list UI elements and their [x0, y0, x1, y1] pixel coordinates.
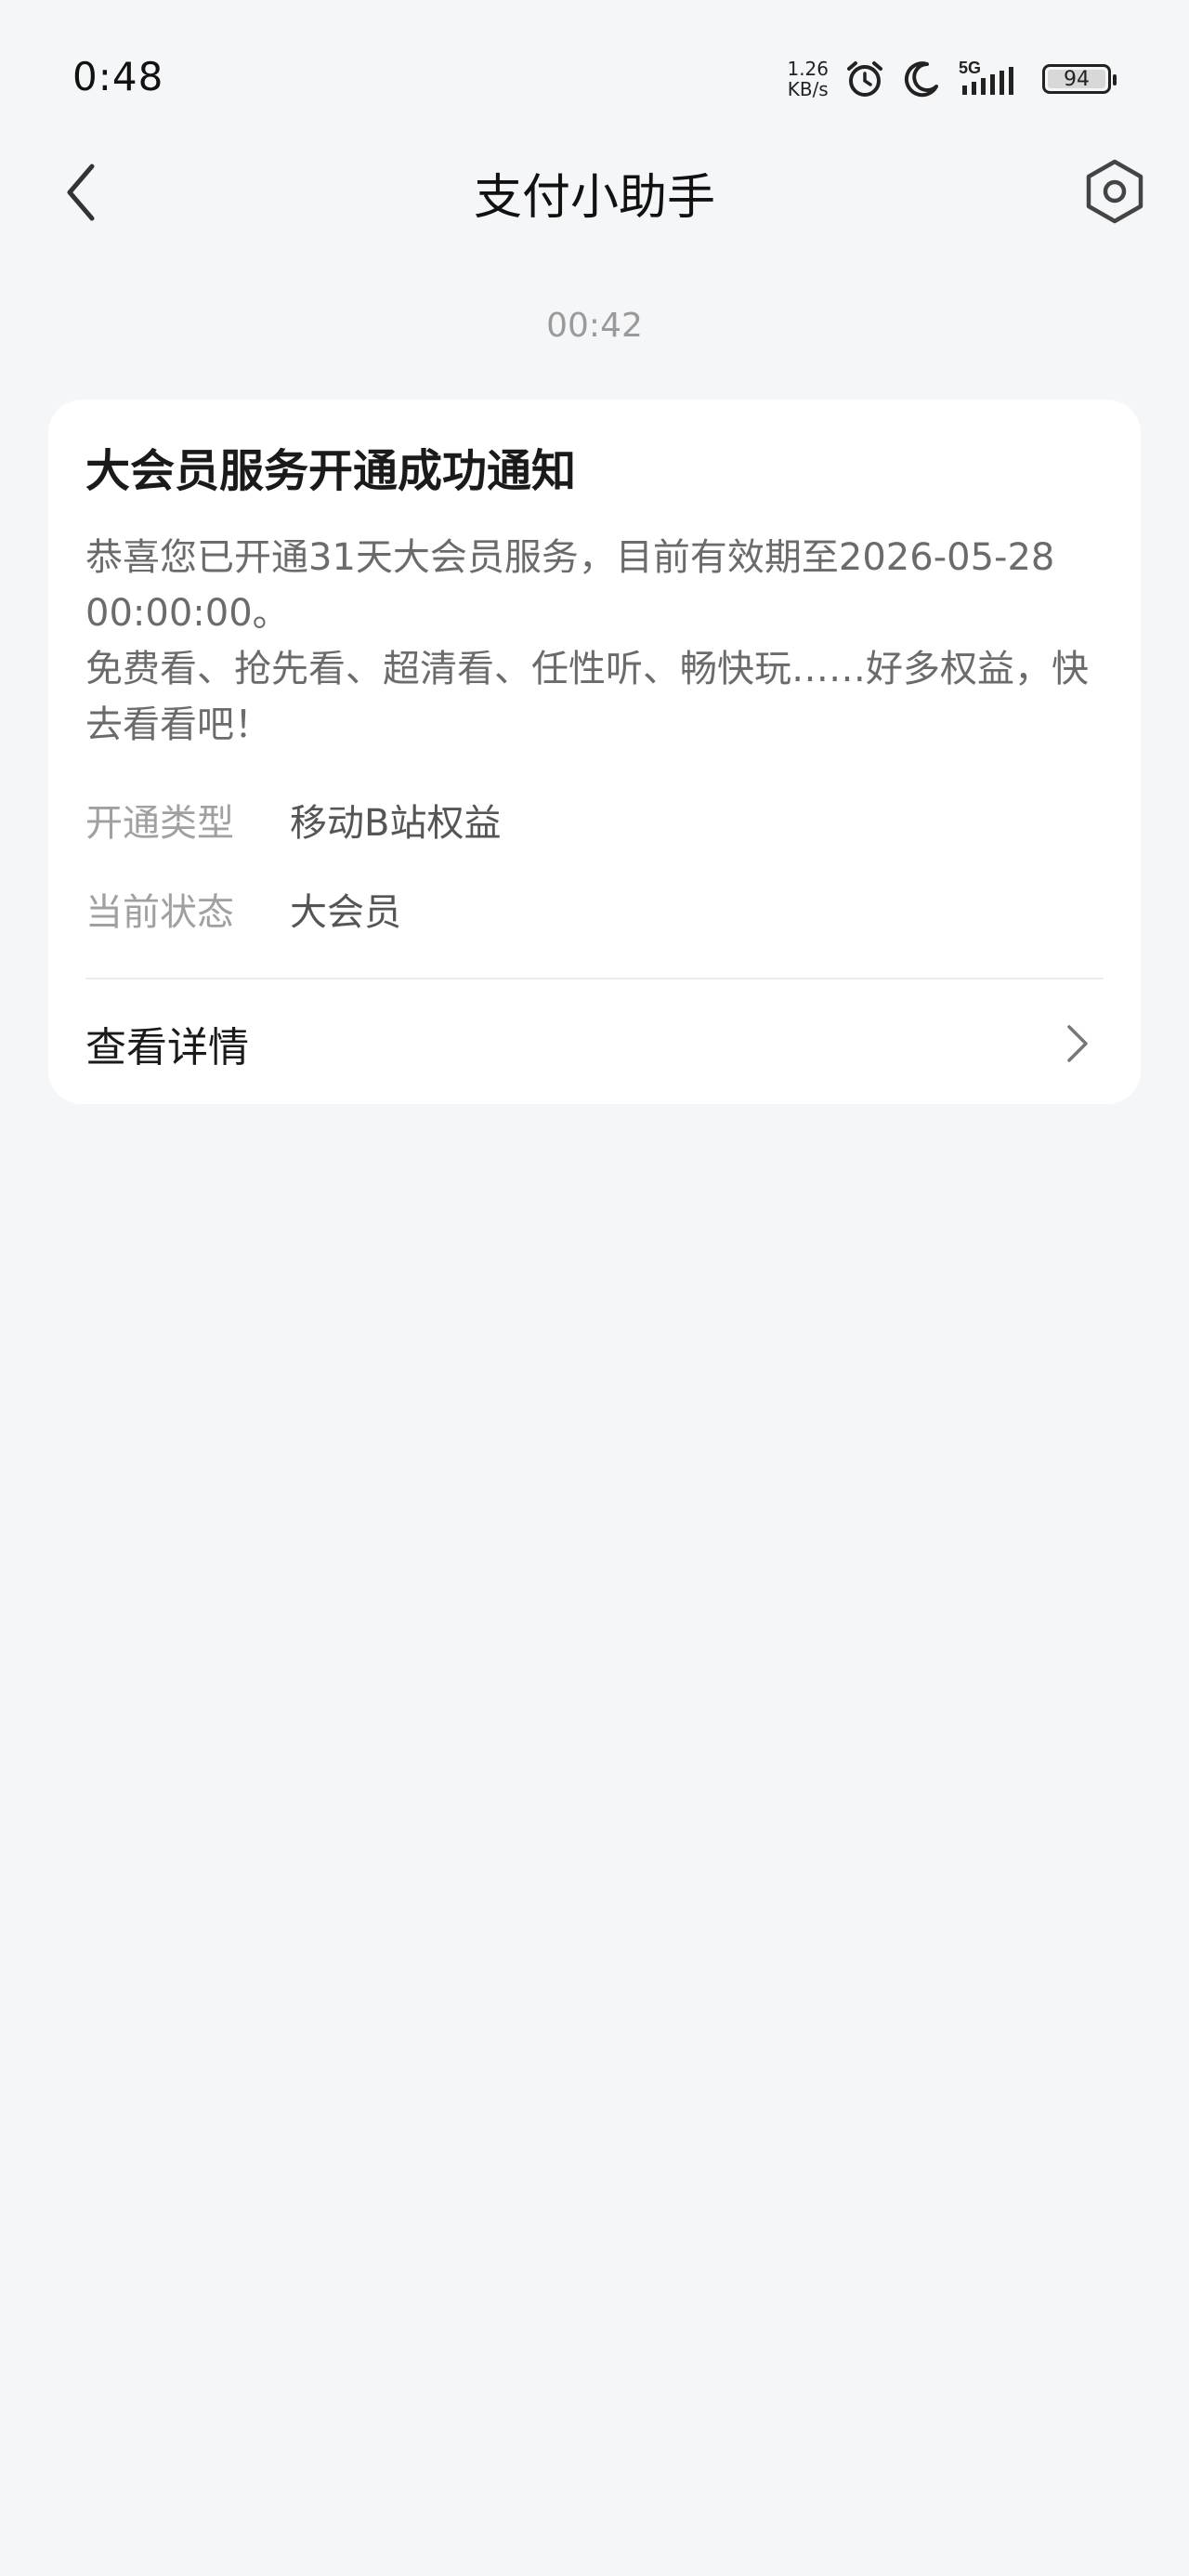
- info-label: 当前状态: [85, 891, 234, 934]
- alarm-icon: [843, 58, 886, 100]
- view-details-label: 查看详情: [85, 1024, 249, 1071]
- settings-button[interactable]: [1079, 156, 1150, 227]
- chevron-right-icon: [1059, 1025, 1096, 1062]
- info-value: 移动B站权益: [290, 802, 502, 845]
- info-rows: 开通类型 移动B站权益 当前状态 大会员: [85, 775, 1104, 953]
- network-speed-value: 1.26: [787, 58, 829, 80]
- card-body: 恭喜您已开通31天大会员服务，目前有效期至2026-05-28 00:00:00…: [85, 530, 1104, 753]
- network-speed: 1.26 KB/s: [787, 59, 829, 99]
- view-details-button[interactable]: 查看详情: [85, 979, 1104, 1108]
- status-icons: 1.26 KB/s 5G 94: [787, 54, 1117, 104]
- app-header: 支付小助手: [0, 139, 1189, 242]
- message-timestamp: 00:42: [546, 307, 643, 345]
- network-type-text: 5G: [959, 59, 981, 77]
- card-title: 大会员服务开通成功通知: [85, 445, 577, 497]
- info-value: 大会员: [290, 891, 401, 934]
- battery-level: 94: [1064, 67, 1090, 91]
- signal-5g-icon: 5G: [957, 58, 1027, 100]
- battery-icon: 94: [1042, 64, 1117, 94]
- notification-card: 大会员服务开通成功通知 恭喜您已开通31天大会员服务，目前有效期至2026-05…: [48, 400, 1141, 1104]
- card-body-line-2: 免费看、抢先看、超清看、任性听、畅快玩……好多权益，快去看看吧！: [85, 648, 1089, 746]
- info-label: 开通类型: [85, 802, 234, 845]
- info-row-type: 开通类型 移动B站权益: [85, 775, 1104, 864]
- page-title: 支付小助手: [473, 170, 715, 226]
- status-bar: 0:48 1.26 KB/s 5G 94: [0, 0, 1189, 158]
- card-body-line-1: 恭喜您已开通31天大会员服务，目前有效期至2026-05-28 00:00:00…: [85, 536, 1055, 635]
- network-speed-unit: KB/s: [787, 78, 829, 100]
- moon-icon: [901, 59, 942, 99]
- settings-hexagon-icon: [1086, 159, 1143, 224]
- status-time: 0:48: [72, 54, 164, 99]
- info-row-status: 当前状态 大会员: [85, 864, 1104, 953]
